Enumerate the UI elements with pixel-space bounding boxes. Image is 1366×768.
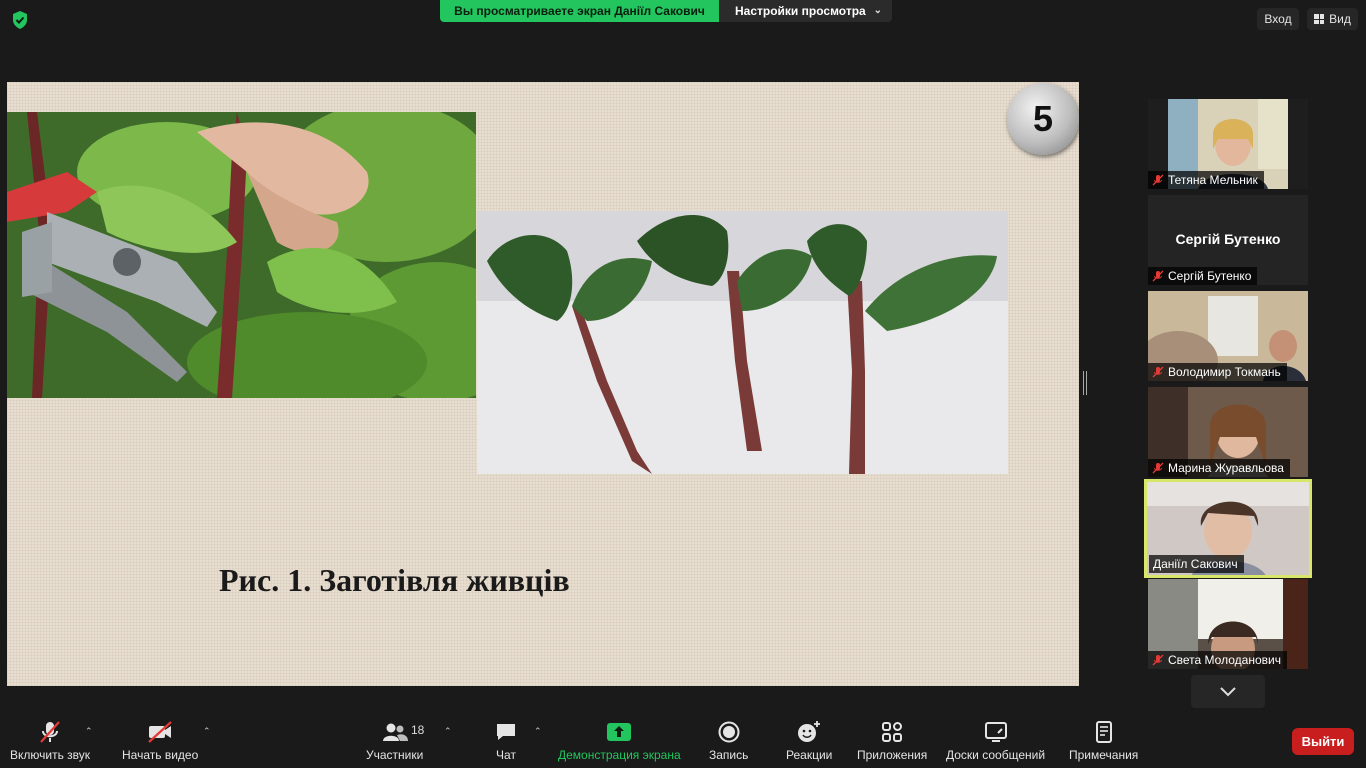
unmute-button[interactable]: Включить звук: [10, 720, 90, 762]
participant-name-tag: Света Молоданович: [1148, 651, 1287, 669]
participant-name-tag: Тетяна Мельник: [1148, 171, 1264, 189]
gallery-scroll-down-button[interactable]: [1191, 675, 1265, 708]
shared-screen-slide[interactable]: 5 Рис. 1. Заготівля живців: [7, 82, 1079, 686]
reactions-button[interactable]: Реакции: [786, 720, 832, 762]
participant-display-name: Сергій Бутенко: [1175, 231, 1281, 247]
participant-name-tag: Сергій Бутенко: [1148, 267, 1258, 285]
chat-options-caret-icon[interactable]: ⌃: [534, 726, 542, 737]
participant-tile[interactable]: Марина Журавльова: [1148, 387, 1308, 477]
participants-count: 18: [411, 723, 425, 737]
participant-tile-active-speaker[interactable]: Даніїл Сакович: [1144, 479, 1312, 578]
encryption-shield-icon[interactable]: [10, 10, 30, 30]
view-options-label: Настройки просмотра: [735, 4, 866, 18]
share-screen-icon: [606, 720, 632, 744]
audio-options-caret-icon[interactable]: ⌃: [85, 726, 93, 737]
leave-meeting-button[interactable]: Выйти: [1292, 728, 1354, 755]
participant-name: Тетяна Мельник: [1168, 173, 1258, 187]
chat-button[interactable]: Чат: [494, 720, 518, 762]
share-screen-button[interactable]: Демонстрация экрана: [558, 720, 681, 762]
enter-fullscreen-button[interactable]: Вход: [1257, 8, 1299, 30]
mic-muted-icon: [1152, 654, 1164, 666]
notes-label: Примечания: [1069, 748, 1139, 762]
whiteboards-label: Доски сообщений: [946, 748, 1046, 762]
whiteboards-button[interactable]: Доски сообщений: [946, 720, 1045, 762]
whiteboard-icon: [984, 720, 1008, 744]
zoom-meeting-window: Вы просматриваете экран Даніїл Сакович Н…: [0, 0, 1366, 768]
record-icon: [717, 720, 741, 744]
unmute-label: Включить звук: [10, 748, 91, 762]
participant-name: Даніїл Сакович: [1153, 557, 1238, 571]
slide-caption: Рис. 1. Заготівля живців: [219, 562, 570, 598]
start-video-button[interactable]: Начать видео: [122, 720, 198, 762]
participant-tile[interactable]: Сергій Бутенко Сергій Бутенко: [1148, 195, 1308, 285]
resize-divider-handle[interactable]: [1083, 371, 1087, 395]
view-options-dropdown[interactable]: Настройки просмотра ⌄: [719, 0, 892, 22]
chat-label: Чат: [496, 748, 516, 762]
mic-muted-icon: [1152, 462, 1164, 474]
start-video-label: Начать видео: [122, 748, 199, 762]
notes-button[interactable]: Примечания: [1069, 720, 1138, 762]
participant-name: Света Молоданович: [1168, 653, 1281, 667]
participant-tile[interactable]: Тетяна Мельник: [1148, 99, 1308, 189]
participants-icon: [381, 720, 409, 744]
record-button[interactable]: Запись: [709, 720, 748, 762]
cuttings-photo: [477, 211, 1008, 474]
participant-tile[interactable]: Володимир Токмань: [1148, 291, 1308, 381]
chevron-down-icon: ⌄: [873, 5, 882, 16]
screen-share-status-banner: Вы просматриваете экран Даніїл Сакович: [440, 0, 719, 22]
view-button-label: Вид: [1329, 12, 1351, 26]
chat-bubble-icon: [494, 720, 518, 744]
video-options-caret-icon[interactable]: ⌃: [203, 726, 211, 737]
mic-muted-icon: [1152, 270, 1164, 282]
apps-icon: [880, 720, 904, 744]
apps-label: Приложения: [857, 748, 928, 762]
participant-name: Марина Журавльова: [1168, 461, 1284, 475]
participant-name-tag: Марина Журавльова: [1148, 459, 1290, 477]
apps-button[interactable]: Приложения: [857, 720, 927, 762]
participants-options-caret-icon[interactable]: ⌃: [444, 726, 452, 737]
participant-name-tag: Володимир Токмань: [1148, 363, 1287, 381]
participant-name: Володимир Токмань: [1168, 365, 1281, 379]
share-screen-label: Демонстрация экрана: [558, 748, 681, 762]
record-label: Запись: [709, 748, 749, 762]
video-off-icon: [147, 720, 173, 744]
emoji-reaction-icon: [796, 720, 822, 744]
mic-muted-icon: [1152, 366, 1164, 378]
reactions-label: Реакции: [786, 748, 833, 762]
mic-muted-icon: [38, 720, 62, 744]
notes-icon: [1092, 720, 1116, 744]
participant-name: Сергій Бутенко: [1168, 269, 1252, 283]
participant-tile[interactable]: Света Молоданович: [1148, 579, 1308, 669]
meeting-controls-toolbar: Включить звук ⌃ Начать видео ⌃ Участники…: [0, 710, 1366, 768]
participants-label: Участники: [366, 748, 424, 762]
pruner-cutting-photo: [7, 112, 476, 398]
participant-name-tag: Даніїл Сакович: [1149, 555, 1244, 573]
chevron-down-icon: [1220, 686, 1236, 696]
view-button[interactable]: Вид: [1307, 8, 1358, 30]
slide-number-badge: 5: [1007, 83, 1079, 155]
grid-view-icon: [1314, 14, 1325, 24]
mic-muted-icon: [1152, 174, 1164, 186]
